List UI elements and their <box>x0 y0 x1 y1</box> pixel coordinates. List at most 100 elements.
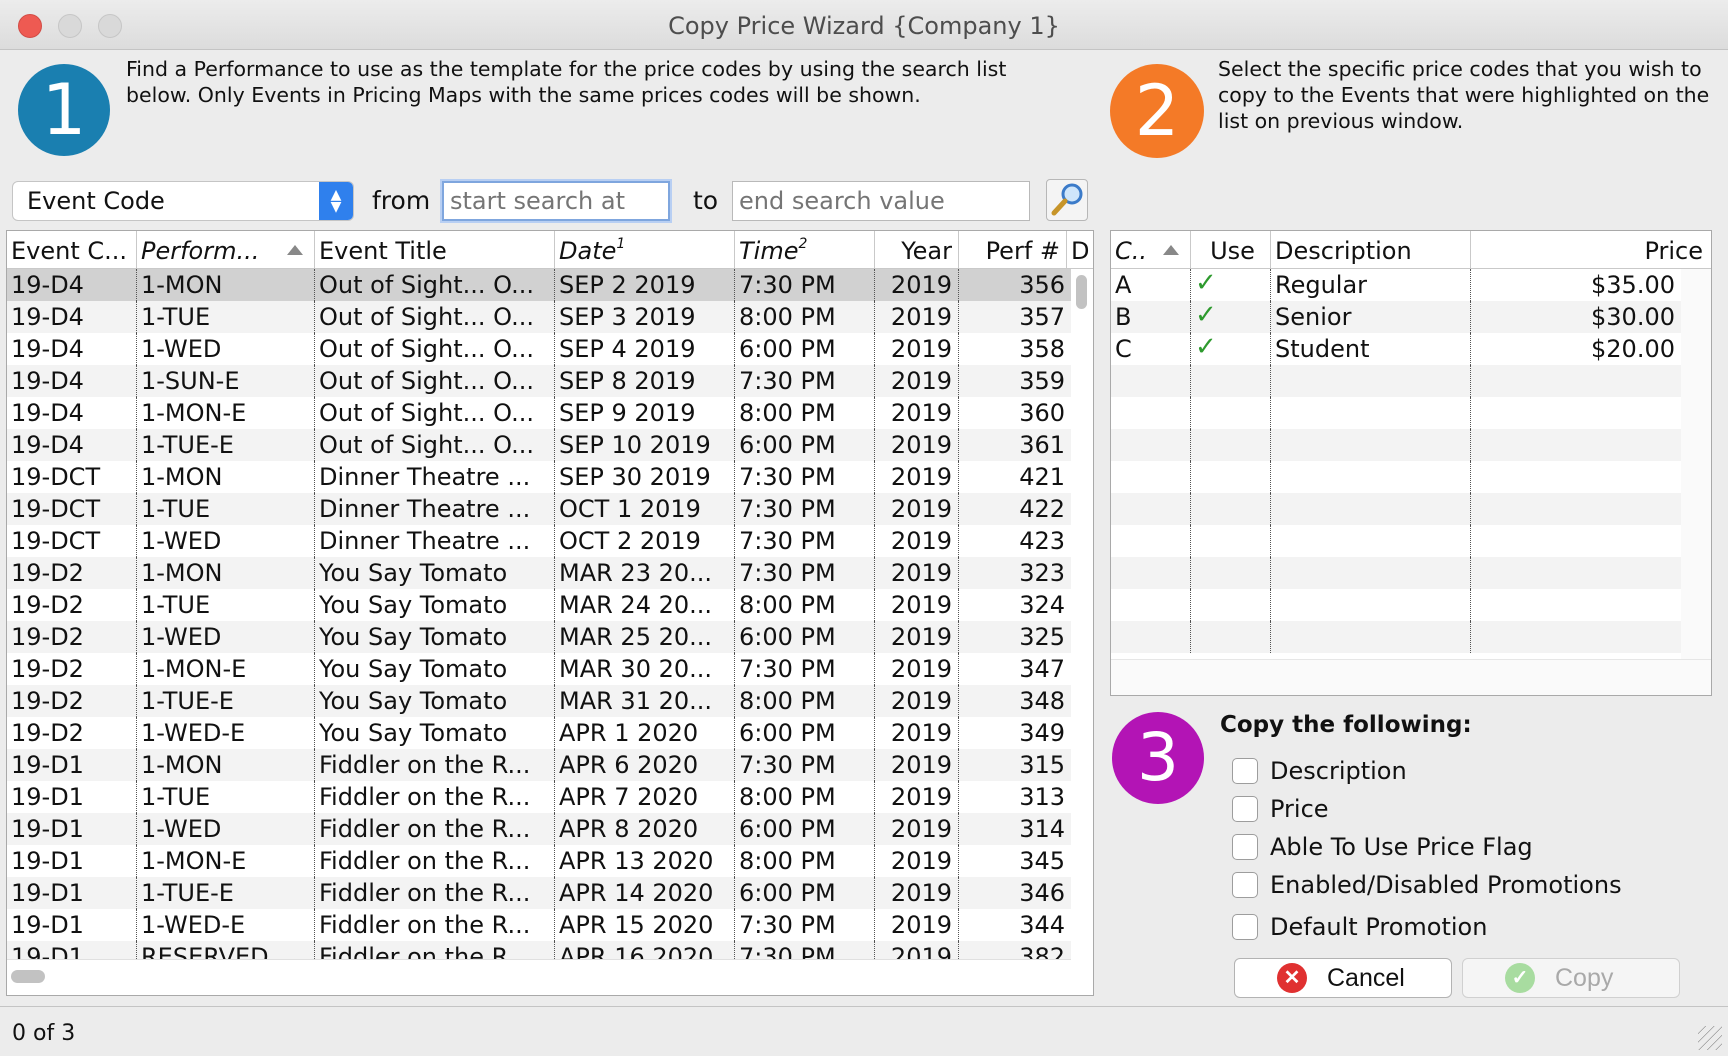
cancel-button[interactable]: ✕ Cancel <box>1234 958 1452 998</box>
table-row[interactable]: 19-D1 1-WED-E Fiddler on the R... APR 15 20… <box>7 909 1071 941</box>
step-three-badge: 3 <box>1112 712 1204 804</box>
table-cell: 2019 <box>875 365 959 397</box>
column-description[interactable]: Description <box>1271 231 1471 269</box>
empty-row[interactable] <box>1111 589 1681 621</box>
search-to-input[interactable] <box>732 181 1030 221</box>
use-checkmark-icon[interactable]: ✓ <box>1191 333 1271 365</box>
empty-row[interactable] <box>1111 365 1681 397</box>
table-row[interactable]: 19-D1 1-MON-E Fiddler on the R... APR 13 20… <box>7 845 1071 877</box>
table-row[interactable]: 19-D2 1-TUE-E You Say Tomato MAR 31 20... 8:… <box>7 685 1071 717</box>
table-row[interactable]: 19-D4 1-TUE-E Out of Sight... O... SEP 10 2… <box>7 429 1071 461</box>
table-cell: 2019 <box>875 525 959 557</box>
table-row[interactable]: 19-D4 1-MON Out of Sight... O... SEP 2 2019… <box>7 269 1071 301</box>
step-one-badge: 1 <box>18 64 110 156</box>
table-cell[interactable] <box>1191 461 1271 493</box>
table-cell[interactable] <box>1191 365 1271 397</box>
table-cell: 323 <box>1019 559 1065 587</box>
table-cell: Out of Sight... O... <box>315 333 555 365</box>
table-row[interactable]: 19-D1 1-MON Fiddler on the R... APR 6 2020 7… <box>7 749 1071 781</box>
table-cell: 6:00 PM <box>735 621 875 653</box>
table-cell[interactable] <box>1191 429 1271 461</box>
empty-row[interactable] <box>1111 493 1681 525</box>
table-cell[interactable] <box>1191 525 1271 557</box>
table-row[interactable]: 19-D4 1-WED Out of Sight... O... SEP 4 2019… <box>7 333 1071 365</box>
table-row[interactable]: 19-D2 1-TUE You Say Tomato MAR 24 20... 8:00… <box>7 589 1071 621</box>
checkbox[interactable] <box>1232 796 1258 822</box>
search-from-input[interactable] <box>442 181 670 221</box>
table-cell: 324 <box>1019 591 1065 619</box>
table-cell: 8:00 PM <box>735 781 875 813</box>
table-row[interactable]: 19-D1 1-TUE Fiddler on the R... APR 7 2020 8… <box>7 781 1071 813</box>
scroll-thumb[interactable] <box>11 970 45 983</box>
status-count: 0 of 3 <box>12 1021 76 1046</box>
table-row[interactable]: 19-D4 1-TUE Out of Sight... O... SEP 3 2019… <box>7 301 1071 333</box>
table-cell[interactable] <box>1191 397 1271 429</box>
table-row[interactable]: 19-D2 1-MON-E You Say Tomato MAR 30 20... 7:… <box>7 653 1071 685</box>
scroll-thumb[interactable] <box>1076 275 1087 309</box>
table-row[interactable]: A ✓ Regular $35.00 <box>1111 269 1681 301</box>
table-row[interactable]: 19-DCT 1-WED Dinner Theatre ... OCT 2 2019 7… <box>7 525 1071 557</box>
resize-grip-icon[interactable] <box>1698 1026 1722 1050</box>
use-checkmark-icon[interactable]: ✓ <box>1191 269 1271 301</box>
table-cell[interactable] <box>1191 493 1271 525</box>
price-codes-horizontal-scrollbar[interactable] <box>1111 659 1711 695</box>
column-time[interactable]: Time2 <box>735 231 875 269</box>
empty-row[interactable] <box>1111 621 1681 653</box>
table-cell[interactable] <box>1191 621 1271 653</box>
copy-button[interactable]: ✓ Copy <box>1462 958 1680 998</box>
table-row[interactable]: 19-D1 1-WED Fiddler on the R... APR 8 2020 6… <box>7 813 1071 845</box>
table-cell: 7:30 PM <box>735 461 875 493</box>
price-codes-vertical-scrollbar[interactable] <box>1681 269 1711 659</box>
column-year[interactable]: Year <box>875 231 959 269</box>
title-bar: Copy Price Wizard {Company 1} <box>0 0 1728 50</box>
table-row[interactable]: 19-D2 1-MON You Say Tomato MAR 23 20... 7:30… <box>7 557 1071 589</box>
search-button[interactable] <box>1046 179 1088 221</box>
column-use[interactable]: Use <box>1191 231 1271 269</box>
table-row[interactable]: 19-DCT 1-TUE Dinner Theatre ... OCT 1 2019 7… <box>7 493 1071 525</box>
table-cell: 7:30 PM <box>735 653 875 685</box>
empty-row[interactable] <box>1111 397 1681 429</box>
column-d[interactable]: D <box>1067 231 1093 269</box>
empty-row[interactable] <box>1111 557 1681 589</box>
checkbox[interactable] <box>1232 834 1258 860</box>
table-cell <box>1111 525 1191 557</box>
status-bar: 0 of 3 <box>0 1006 1728 1056</box>
checkbox[interactable] <box>1232 872 1258 898</box>
table-row[interactable]: 19-D2 1-WED-E You Say Tomato APR 1 2020 6:00… <box>7 717 1071 749</box>
column-code[interactable]: C.. <box>1111 231 1191 269</box>
table-cell: SEP 3 2019 <box>555 301 735 333</box>
table-row[interactable]: 19-D2 1-WED You Say Tomato MAR 25 20... 6:00… <box>7 621 1071 653</box>
table-row[interactable]: B ✓ Senior $30.00 <box>1111 301 1681 333</box>
empty-row[interactable] <box>1111 461 1681 493</box>
table-cell: 8:00 PM <box>735 589 875 621</box>
table-cell: 1-MON <box>137 557 315 589</box>
table-row[interactable]: C ✓ Student $20.00 <box>1111 333 1681 365</box>
events-horizontal-scrollbar[interactable] <box>7 959 1071 995</box>
table-cell <box>1271 493 1471 525</box>
use-checkmark-icon[interactable]: ✓ <box>1191 301 1271 333</box>
table-cell: 19-D1 <box>7 781 137 813</box>
checkbox[interactable] <box>1232 914 1258 940</box>
checkbox[interactable] <box>1232 758 1258 784</box>
empty-row[interactable] <box>1111 525 1681 557</box>
column-performance[interactable]: Perform... <box>137 231 315 269</box>
column-date[interactable]: Date1 <box>555 231 735 269</box>
table-row[interactable]: 19-DCT 1-MON Dinner Theatre ... SEP 30 2019… <box>7 461 1071 493</box>
table-cell: 315 <box>1019 751 1065 779</box>
table-cell: 2019 <box>875 685 959 717</box>
column-perf-number[interactable]: Perf # <box>959 231 1067 269</box>
events-vertical-scrollbar[interactable] <box>1071 269 1093 959</box>
table-cell: 2019 <box>875 813 959 845</box>
table-row[interactable]: 19-D1 1-TUE-E Fiddler on the R... APR 14 20… <box>7 877 1071 909</box>
empty-row[interactable] <box>1111 429 1681 461</box>
column-event-code[interactable]: Event C... <box>7 231 137 269</box>
search-field-select[interactable]: Event Code ▲ ▼ <box>12 181 354 221</box>
table-cell <box>1111 429 1191 461</box>
table-cell[interactable] <box>1191 589 1271 621</box>
copy-button-label: Copy <box>1555 964 1614 992</box>
column-event-title[interactable]: Event Title <box>315 231 555 269</box>
column-price[interactable]: Price <box>1471 231 1711 269</box>
table-row[interactable]: 19-D4 1-MON-E Out of Sight... O... SEP 9 20… <box>7 397 1071 429</box>
table-row[interactable]: 19-D4 1-SUN-E Out of Sight... O... SEP 8 20… <box>7 365 1071 397</box>
table-cell[interactable] <box>1191 557 1271 589</box>
